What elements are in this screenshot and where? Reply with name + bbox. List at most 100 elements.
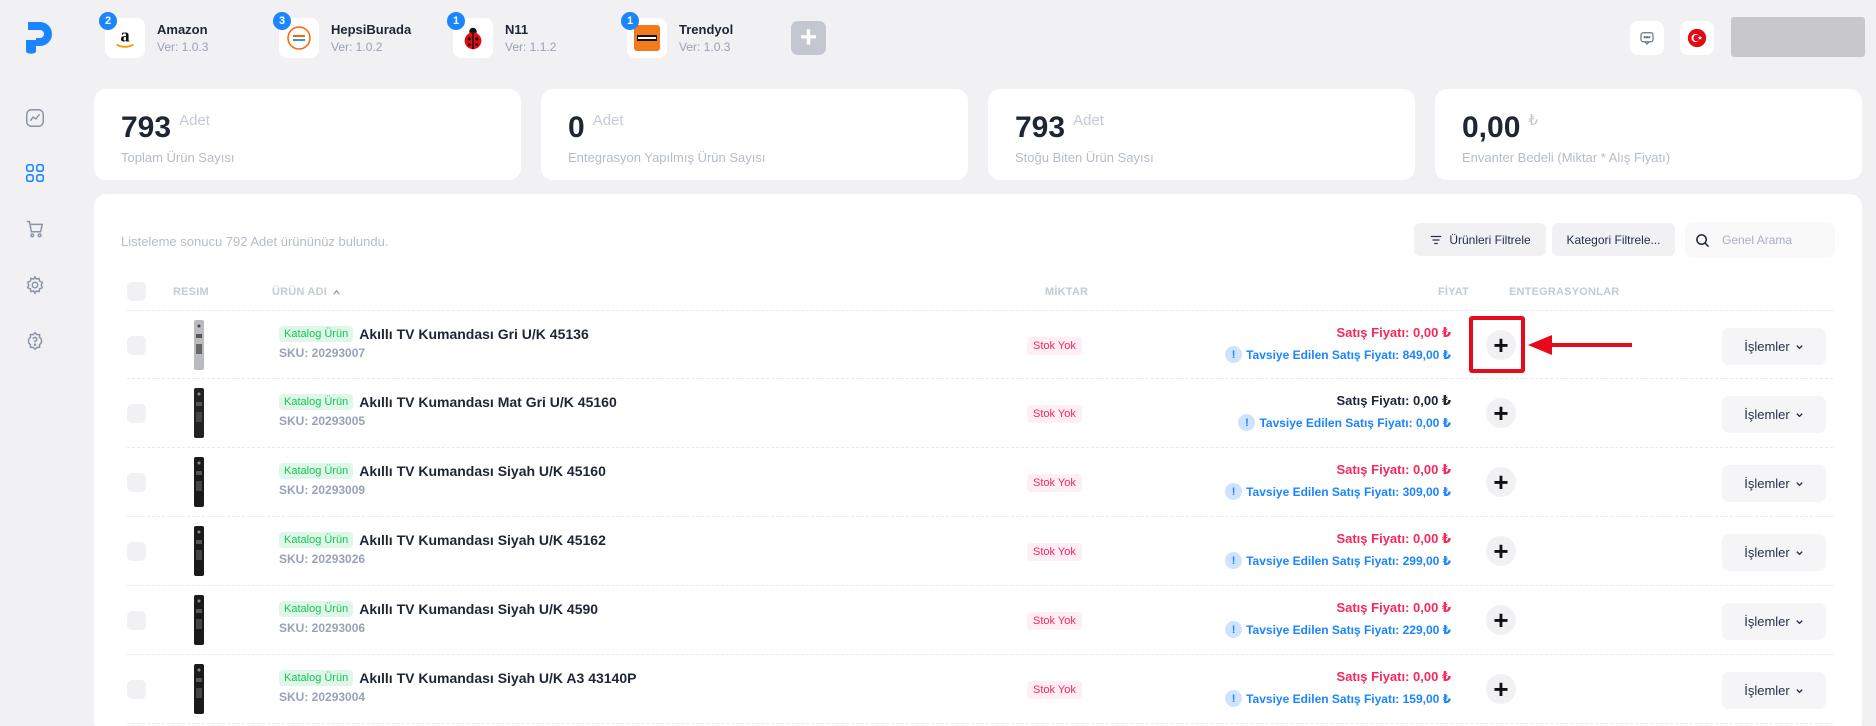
- integration-version: Ver: 1.1.2: [505, 40, 557, 54]
- stat-value: 0 Adet: [568, 111, 624, 144]
- global-search[interactable]: [1685, 222, 1835, 258]
- product-image[interactable]: [193, 664, 205, 714]
- operations-dropdown[interactable]: İşlemler: [1722, 465, 1826, 502]
- product-sku: SKU: 20293009: [279, 483, 366, 497]
- add-integration-row-button[interactable]: +: [1486, 536, 1516, 566]
- integration-amazon[interactable]: 2 a Amazon Ver: 1.0.3: [99, 12, 208, 60]
- integration-trendyol[interactable]: 1 Trendyol Ver: 1.0.3: [621, 12, 733, 60]
- table-row[interactable]: Katalog Ürün Akıllı TV Kumandası Siyah U/…: [127, 586, 1833, 655]
- stat-unit: Adet: [1073, 112, 1104, 129]
- plus-icon: +: [799, 21, 818, 54]
- search-input[interactable]: [1722, 233, 1822, 247]
- row-checkbox[interactable]: [127, 680, 146, 699]
- operations-dropdown[interactable]: İşlemler: [1722, 396, 1826, 433]
- user-profile[interactable]: [1731, 17, 1865, 57]
- product-image[interactable]: [193, 457, 205, 507]
- chat-button[interactable]: [1630, 21, 1664, 55]
- row-checkbox[interactable]: [127, 404, 146, 423]
- row-checkbox[interactable]: [127, 336, 146, 355]
- table-row[interactable]: Katalog Ürün Akıllı TV Kumandası Siyah U/…: [127, 655, 1833, 724]
- product-image[interactable]: [193, 320, 205, 370]
- column-price-header: FİYAT: [1438, 286, 1469, 298]
- integration-version: Ver: 1.0.2: [331, 40, 383, 54]
- integration-hepsiburada[interactable]: 3 HepsiBurada Ver: 1.0.2: [273, 12, 412, 60]
- stat-card-out-of-stock: 793 Adet Stoğu Biten Ürün Sayısı: [988, 89, 1415, 180]
- info-badge-icon: !: [1225, 483, 1243, 500]
- product-name[interactable]: Akıllı TV Kumandası Mat Gri U/K 45160: [359, 394, 617, 410]
- integration-name: N11: [505, 22, 529, 37]
- integration-n11[interactable]: 1 N11 Ver: 1.1.2: [447, 12, 557, 60]
- operations-dropdown[interactable]: İşlemler: [1722, 328, 1826, 365]
- add-integration-row-button[interactable]: +: [1486, 398, 1516, 428]
- chevron-down-icon: [1796, 551, 1803, 556]
- integration-name: Amazon: [157, 22, 208, 37]
- stat-value: 793 Adet: [121, 111, 210, 144]
- stat-label: Entegrasyon Yapılmış Ürün Sayısı: [568, 150, 766, 165]
- help-icon[interactable]: [23, 329, 47, 353]
- stat-label: Stoğu Biten Ürün Sayısı: [1015, 150, 1154, 165]
- select-all-checkbox[interactable]: [127, 282, 146, 301]
- integration-badge: 3: [273, 12, 291, 30]
- recommended-price: Tavsiye Edilen Satış Fiyatı: 0,00 ₺: [1259, 415, 1451, 430]
- table-row[interactable]: Katalog Ürün Akıllı TV Kumandası Siyah U/…: [127, 517, 1833, 586]
- dashboard-chart-icon[interactable]: [23, 106, 47, 130]
- product-sku: SKU: 20293004: [279, 690, 366, 704]
- product-name[interactable]: Akıllı TV Kumandası Siyah U/K 45160: [359, 463, 606, 479]
- operations-dropdown[interactable]: İşlemler: [1722, 534, 1826, 571]
- stock-badge: Stok Yok: [1027, 612, 1082, 630]
- chevron-down-icon: [1796, 689, 1803, 694]
- filter-category-button[interactable]: Kategori Filtrele...: [1552, 223, 1675, 256]
- recommended-price: Tavsiye Edilen Satış Fiyatı: 299,00 ₺: [1246, 553, 1451, 568]
- column-image-header: RESIM: [173, 286, 209, 298]
- result-count-text: Listeleme sonucu 792 Adet ürününüz bulun…: [121, 234, 389, 249]
- row-checkbox[interactable]: [127, 473, 146, 492]
- plus-icon: +: [1493, 536, 1509, 566]
- stock-badge: Stok Yok: [1027, 543, 1082, 561]
- product-sku: SKU: 20293005: [279, 414, 366, 428]
- operations-dropdown[interactable]: İşlemler: [1722, 603, 1826, 640]
- table-row[interactable]: Katalog Ürün Akıllı TV Kumandası Mat Gri …: [127, 379, 1833, 448]
- hepsiburada-logo-icon: 3: [273, 12, 319, 58]
- stock-badge: Stok Yok: [1027, 337, 1082, 355]
- amazon-logo-icon: 2 a: [99, 12, 145, 58]
- sale-price: Satış Fiyatı: 0,00 ₺: [1336, 325, 1451, 340]
- add-integration-row-button[interactable]: +: [1486, 467, 1516, 497]
- settings-gear-icon[interactable]: [23, 273, 47, 297]
- product-name[interactable]: Akıllı TV Kumandası Siyah U/K 45162: [359, 532, 606, 548]
- catalog-tag: Katalog Ürün: [279, 670, 354, 686]
- language-button[interactable]: [1680, 21, 1714, 55]
- column-name-header[interactable]: ÜRÜN ADI: [272, 286, 341, 298]
- stat-value: 793 Adet: [1015, 111, 1104, 144]
- price-info: Satış Fiyatı: 0,00 ₺ ! Tavsiye Edilen Sat…: [1225, 462, 1451, 500]
- table-row[interactable]: Katalog Ürün Akıllı TV Kumandası Siyah U/…: [127, 448, 1833, 517]
- row-checkbox[interactable]: [127, 542, 146, 561]
- product-info: Katalog Ürün Akıllı TV Kumandası Gri U/K …: [279, 326, 589, 360]
- integration-badge: 2: [99, 12, 117, 30]
- product-name[interactable]: Akıllı TV Kumandası Siyah U/K 4590: [359, 601, 598, 617]
- product-image[interactable]: [193, 388, 205, 438]
- integration-name: HepsiBurada: [331, 22, 412, 37]
- recommended-price: Tavsiye Edilen Satış Fiyatı: 159,00 ₺: [1246, 691, 1451, 706]
- integration-badge: 1: [621, 12, 639, 30]
- add-integration-row-button[interactable]: +: [1486, 605, 1516, 635]
- product-name[interactable]: Akıllı TV Kumandası Siyah U/K A3 43140P: [359, 670, 636, 686]
- plus-icon: +: [1493, 467, 1509, 497]
- row-checkbox[interactable]: [127, 611, 146, 630]
- operations-dropdown[interactable]: İşlemler: [1722, 672, 1826, 709]
- stat-label: Envanter Bedeli (Miktar * Alış Fiyatı): [1462, 150, 1671, 165]
- product-image[interactable]: [193, 526, 205, 576]
- products-grid-icon[interactable]: [23, 161, 47, 185]
- chevron-down-icon: [1796, 620, 1803, 625]
- operations-label: İşlemler: [1744, 545, 1790, 560]
- add-integration-row-button[interactable]: +: [1486, 674, 1516, 704]
- cart-icon[interactable]: [23, 217, 47, 241]
- product-name[interactable]: Akıllı TV Kumandası Gri U/K 45136: [359, 326, 589, 342]
- n11-ladybug-icon: 1: [447, 12, 493, 58]
- stock-badge: Stok Yok: [1027, 405, 1082, 423]
- filter-products-button[interactable]: Ürünleri Filtrele: [1414, 223, 1546, 256]
- product-image[interactable]: [193, 595, 205, 645]
- info-badge-icon: !: [1225, 690, 1243, 707]
- annotation-highlight-box: [1469, 316, 1525, 373]
- add-integration-button[interactable]: +: [791, 21, 826, 55]
- search-icon: [1696, 233, 1710, 247]
